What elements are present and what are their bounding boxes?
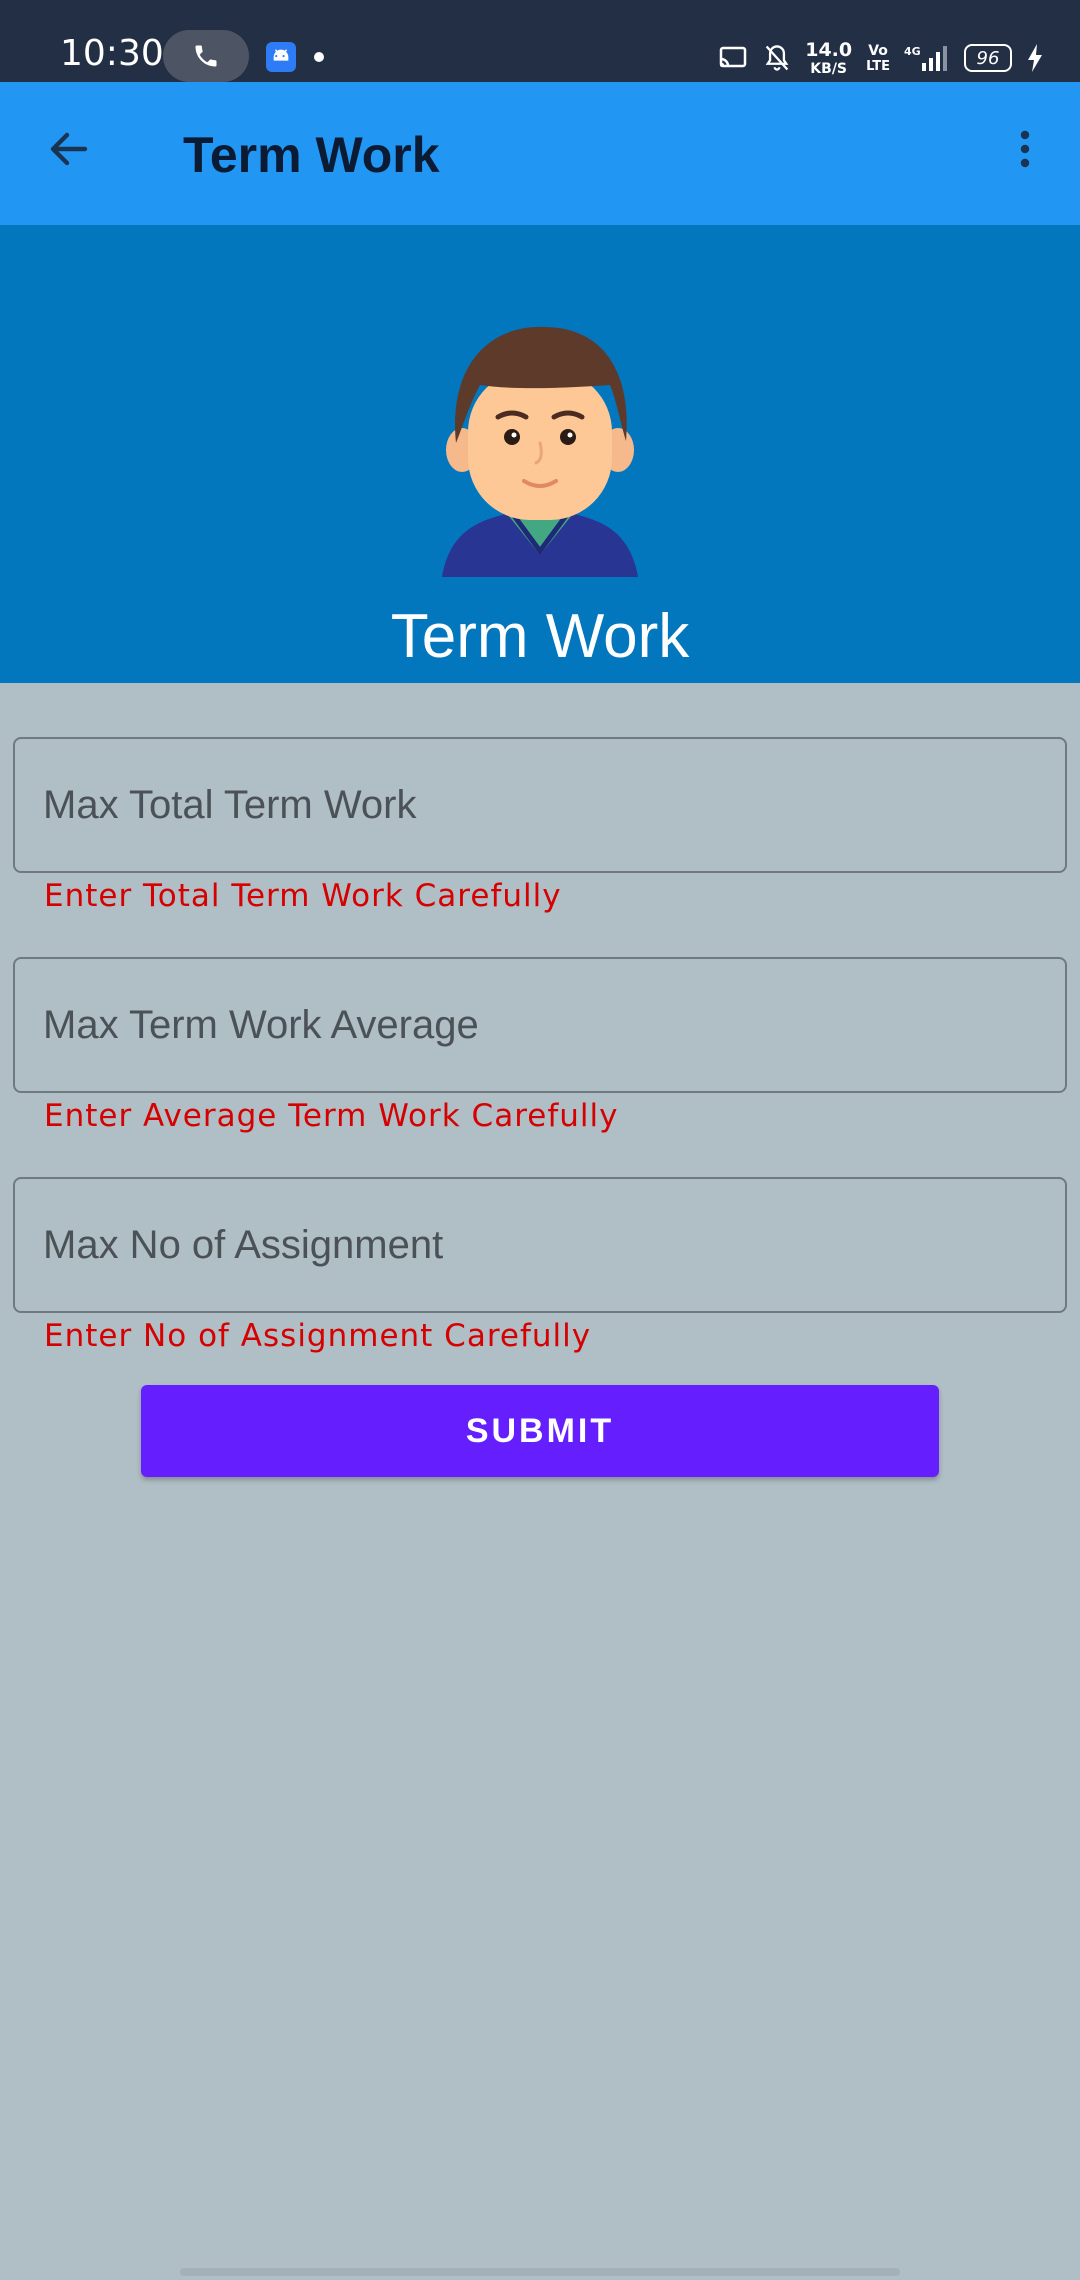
max-term-work-average-field[interactable] xyxy=(13,957,1067,1093)
max-no-of-assignment-field[interactable] xyxy=(13,1177,1067,1313)
banner-title: Term Work xyxy=(390,602,690,671)
arrow-left-icon xyxy=(50,132,88,166)
back-button[interactable] xyxy=(36,116,102,182)
more-notifications-dot xyxy=(314,52,324,62)
status-icons: 14.0 KB/S Vo LTE 4G 96 xyxy=(719,38,1044,78)
battery-indicator: 96 xyxy=(964,44,1012,72)
max-total-term-work-input[interactable] xyxy=(15,739,1065,871)
max-total-term-work-error: Enter Total Term Work Carefully xyxy=(44,878,562,914)
page-title: Term Work xyxy=(183,127,440,183)
volte-indicator: Vo LTE xyxy=(866,42,890,74)
header-banner: Term Work xyxy=(0,225,1080,683)
network-speed: 14.0 KB/S xyxy=(805,38,853,77)
more-vertical-icon xyxy=(1020,130,1030,168)
avatar xyxy=(442,326,638,577)
screen: 10:30 14.0 KB/S Vo LTE 4G 96 Term Work T… xyxy=(0,0,1080,2280)
phone-icon xyxy=(195,45,217,67)
android-icon xyxy=(273,49,289,61)
overflow-menu-button[interactable] xyxy=(992,116,1058,182)
max-term-work-average-input[interactable] xyxy=(15,959,1065,1091)
app-bar: Term Work xyxy=(0,82,1080,225)
status-bar: 10:30 14.0 KB/S Vo LTE 4G 96 xyxy=(0,0,1080,82)
max-term-work-average-error: Enter Average Term Work Carefully xyxy=(44,1098,619,1134)
status-time: 10:30 xyxy=(60,33,164,74)
submit-button[interactable]: SUBMIT xyxy=(141,1385,939,1477)
max-no-of-assignment-error: Enter No of Assignment Carefully xyxy=(44,1318,592,1354)
charging-icon xyxy=(1028,44,1042,72)
ongoing-call-chip[interactable] xyxy=(163,30,249,82)
battery-level: 96 xyxy=(976,47,1000,69)
signal-icon: 4G xyxy=(904,45,947,71)
android-notification-icon xyxy=(266,42,296,72)
gesture-nav-handle[interactable] xyxy=(180,2268,900,2276)
bell-off-icon xyxy=(765,45,789,71)
max-no-of-assignment-input[interactable] xyxy=(15,1179,1065,1311)
max-total-term-work-field[interactable] xyxy=(13,737,1067,873)
network-type-label: 4G xyxy=(904,45,921,58)
cast-icon xyxy=(719,46,747,68)
